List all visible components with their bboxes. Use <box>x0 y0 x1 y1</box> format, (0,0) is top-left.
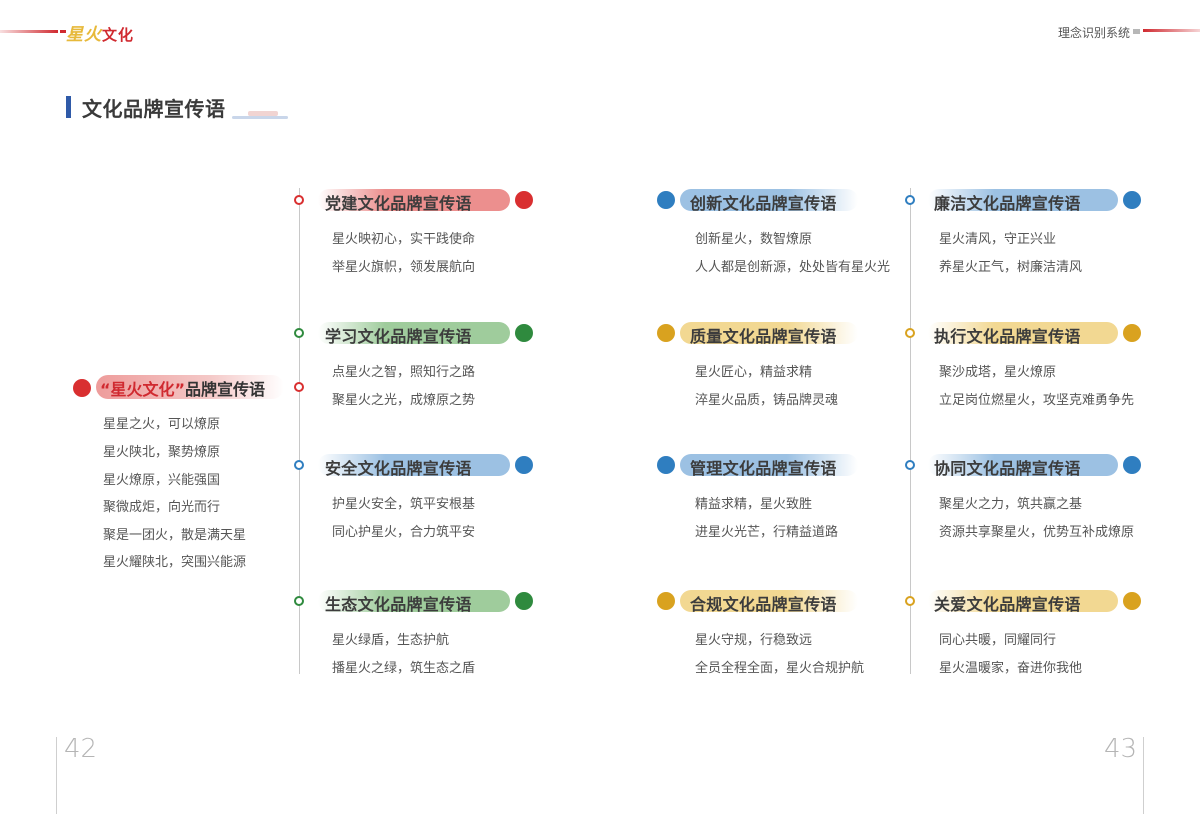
page-number-line-left <box>56 737 57 814</box>
page-title: 文化品牌宣传语 <box>82 97 226 121</box>
section-slogan: 聚沙成塔，星火燎原 <box>939 365 1057 380</box>
section-slogan: 养星火正气，树廉洁清风 <box>939 260 1083 275</box>
section-connector-ring <box>905 460 915 470</box>
section-slogan: 进星火光芒，行精益道路 <box>695 525 839 540</box>
main-slogan: 星星之火，可以燎原 <box>103 417 221 432</box>
section-slogan: 精益求精，星火致胜 <box>695 497 813 512</box>
header-system-title: 理念识别系统 <box>1057 26 1130 40</box>
header-decor-line-right <box>1143 29 1200 32</box>
main-slogan: 星火燎原，兴能强国 <box>103 473 221 488</box>
section-connector-ring <box>294 328 304 338</box>
section-title: 协同文化品牌宣传语 <box>934 459 1081 478</box>
title-accent-bar <box>66 96 71 118</box>
section-connector-ring <box>905 328 915 338</box>
section-lead-dot <box>657 456 675 474</box>
section-slogan: 聚星火之光，成燎原之势 <box>332 393 476 408</box>
section-slogan: 点星火之智，照知行之路 <box>332 365 476 380</box>
section-connector-ring <box>294 596 304 606</box>
section-title: 创新文化品牌宣传语 <box>690 194 837 213</box>
section-end-dot <box>515 456 533 474</box>
main-dot <box>73 379 91 397</box>
section-slogan: 星火匠心，精益求精 <box>695 365 813 380</box>
section-title: 执行文化品牌宣传语 <box>934 327 1081 346</box>
main-title-rest: 品牌宣传语 <box>185 380 266 399</box>
section-slogan: 星火映初心，实干践使命 <box>332 232 476 247</box>
section-connector-ring <box>294 195 304 205</box>
section-slogan: 同心共暖，同耀同行 <box>939 633 1057 648</box>
section-slogan: 星火清风，守正兴业 <box>939 232 1057 247</box>
section-title: 关爱文化品牌宣传语 <box>934 595 1081 614</box>
main-slogan: 聚是一团火，散是满天星 <box>103 528 247 543</box>
section-connector-ring <box>905 195 915 205</box>
section-lead-dot <box>657 592 675 610</box>
section-title: 安全文化品牌宣传语 <box>325 459 472 478</box>
section-end-dot <box>1123 324 1141 342</box>
section-slogan: 举星火旗帜，领发展航向 <box>332 260 476 275</box>
section-title: 党建文化品牌宣传语 <box>325 194 472 213</box>
logo-mark: 星火 <box>66 25 102 45</box>
section-end-dot <box>1123 592 1141 610</box>
section-slogan: 立足岗位燃星火，攻坚克难勇争先 <box>939 393 1135 408</box>
section-slogan: 淬星火品质，铸品牌灵魂 <box>695 393 839 408</box>
section-connector-ring <box>294 460 304 470</box>
section-connector-ring <box>905 596 915 606</box>
section-slogan: 同心护星火，合力筑平安 <box>332 525 476 540</box>
section-end-dot <box>1123 191 1141 209</box>
main-title-quoted: “星火文化” <box>100 380 186 399</box>
section-slogan: 资源共享聚星火，优势互补成燎原 <box>939 525 1135 540</box>
page-number-left: 42 <box>64 734 98 764</box>
logo: 星火文化 <box>66 20 134 45</box>
section-slogan: 全员全程全面，星火合规护航 <box>695 661 865 676</box>
main-slogan: 聚微成炬，向光而行 <box>103 500 221 515</box>
section-title: 合规文化品牌宣传语 <box>690 595 837 614</box>
section-slogan: 护星火安全，筑平安根基 <box>332 497 476 512</box>
page-number-right: 43 <box>1104 734 1138 764</box>
section-slogan: 播星火之绿，筑生态之盾 <box>332 661 476 676</box>
section-end-dot <box>515 191 533 209</box>
logo-text: 文化 <box>102 26 135 44</box>
section-title: 生态文化品牌宣传语 <box>325 595 472 614</box>
header-decor-square-right <box>1133 29 1140 34</box>
section-title: 学习文化品牌宣传语 <box>325 327 472 346</box>
section-end-dot <box>1123 456 1141 474</box>
section-slogan: 人人都是创新源，处处皆有星火光 <box>695 260 891 275</box>
section-lead-dot <box>657 324 675 342</box>
section-slogan: 星火温暖家，奋进你我他 <box>939 661 1083 676</box>
main-connector-ring <box>294 382 304 392</box>
section-title: 质量文化品牌宣传语 <box>690 327 837 346</box>
section-slogan: 聚星火之力，筑共赢之基 <box>939 497 1083 512</box>
header-decor-line-left <box>0 30 58 33</box>
main-title: “星火文化”品牌宣传语 <box>100 376 265 400</box>
main-slogan: 星火陕北，聚势燎原 <box>103 445 221 460</box>
section-slogan: 星火绿盾，生态护航 <box>332 633 450 648</box>
section-end-dot <box>515 324 533 342</box>
section-end-dot <box>515 592 533 610</box>
section-lead-dot <box>657 191 675 209</box>
section-slogan: 星火守规，行稳致远 <box>695 633 813 648</box>
title-underline <box>232 116 288 119</box>
page-number-line-right <box>1143 737 1144 814</box>
section-slogan: 创新星火，数智燎原 <box>695 232 813 247</box>
main-slogan: 星火耀陕北，突围兴能源 <box>103 555 247 570</box>
section-title: 廉洁文化品牌宣传语 <box>934 194 1081 213</box>
section-title: 管理文化品牌宣传语 <box>690 459 837 478</box>
